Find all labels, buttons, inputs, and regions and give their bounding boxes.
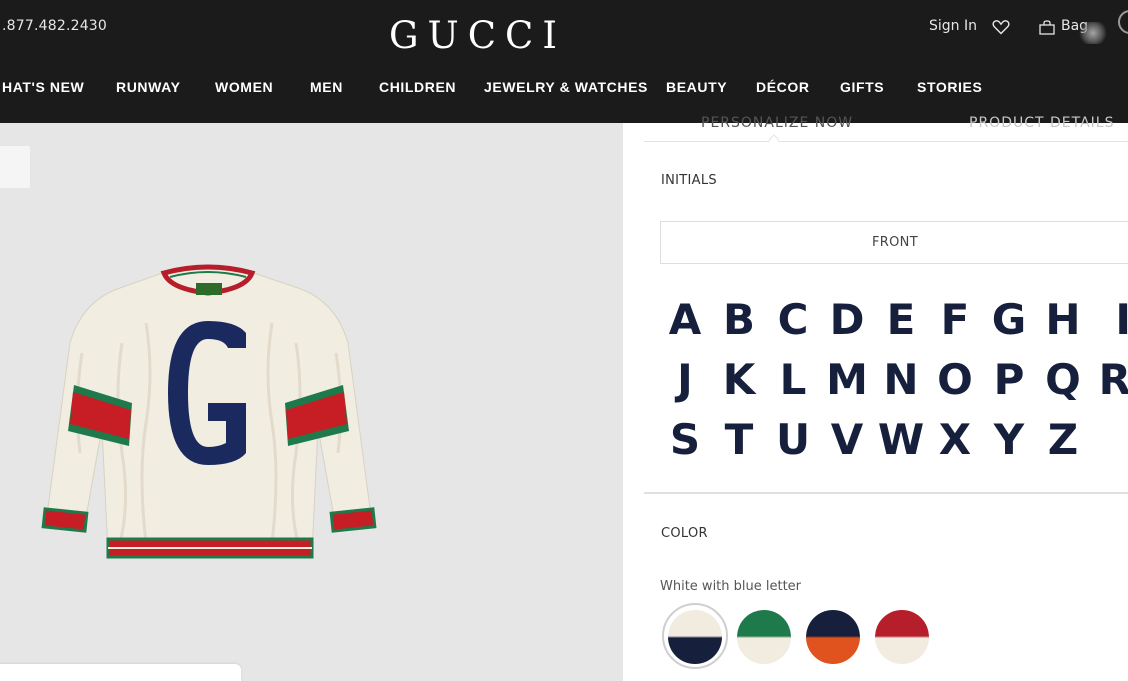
letter-u[interactable]: U	[768, 415, 818, 465]
letter-t[interactable]: T	[714, 415, 764, 465]
letter-k[interactable]: K	[714, 355, 764, 405]
letter-f[interactable]: F	[930, 295, 980, 345]
product-image-pane	[0, 123, 623, 681]
letter-a[interactable]: A	[660, 295, 710, 345]
sweater-image[interactable]	[36, 253, 381, 583]
bag-count-badge	[1078, 22, 1108, 44]
main-nav: HAT'S NEW RUNWAY WOMEN MEN CHILDREN JEWE…	[0, 79, 1128, 99]
site-header: .877.482.2430 GUCCI Sign In Bag HAT'S NE…	[0, 0, 1128, 123]
letter-z[interactable]: Z	[1038, 415, 1088, 465]
initials-label: INITIALS	[661, 173, 717, 188]
letter-c[interactable]: C	[768, 295, 818, 345]
gucci-logo[interactable]: GUCCI	[389, 14, 566, 57]
nav-women[interactable]: WOMEN	[215, 79, 273, 95]
nav-beauty[interactable]: BEAUTY	[666, 79, 727, 95]
tab-personalize-now[interactable]: PERSONALIZE NOW	[701, 115, 853, 131]
swatch-red-white[interactable]	[875, 610, 929, 664]
sign-in-link[interactable]: Sign In	[929, 18, 977, 34]
letter-h[interactable]: H	[1038, 295, 1088, 345]
nav-men[interactable]: MEN	[310, 79, 343, 95]
letter-b[interactable]: B	[714, 295, 764, 345]
letter-i[interactable]: I	[1085, 295, 1128, 345]
thumbnail-tab[interactable]	[0, 146, 30, 188]
placement-select-front[interactable]: FRONT	[660, 221, 1128, 264]
account-icon[interactable]	[1118, 10, 1128, 34]
nav-runway[interactable]: RUNWAY	[116, 79, 181, 95]
nav-decor[interactable]: DÉCOR	[756, 79, 810, 95]
letter-y[interactable]: Y	[984, 415, 1034, 465]
letter-v[interactable]: V	[822, 415, 872, 465]
letter-j[interactable]: J	[660, 355, 710, 405]
nav-stories[interactable]: STORIES	[917, 79, 982, 95]
section-divider	[644, 492, 1128, 494]
letter-o[interactable]: O	[930, 355, 980, 405]
letter-s[interactable]: S	[660, 415, 710, 465]
swatch-green-white[interactable]	[737, 610, 791, 664]
selected-color-name: White with blue letter	[660, 579, 802, 594]
letter-p[interactable]: P	[984, 355, 1034, 405]
letter-m[interactable]: M	[822, 355, 872, 405]
nav-gifts[interactable]: GIFTS	[840, 79, 884, 95]
bottom-drawer-tab[interactable]	[0, 664, 241, 681]
letter-d[interactable]: D	[822, 295, 872, 345]
swatch-white-blue[interactable]	[668, 610, 722, 664]
letter-q[interactable]: Q	[1038, 355, 1088, 405]
letter-r[interactable]: R	[1085, 355, 1128, 405]
color-label: COLOR	[661, 526, 708, 541]
letter-g[interactable]: G	[984, 295, 1034, 345]
letter-l[interactable]: L	[768, 355, 818, 405]
active-tab-indicator	[768, 134, 780, 146]
tab-divider	[644, 141, 1128, 142]
letter-n[interactable]: N	[876, 355, 926, 405]
bag-icon[interactable]	[1039, 20, 1055, 35]
letter-w[interactable]: W	[876, 415, 926, 465]
swatch-navy-orange[interactable]	[806, 610, 860, 664]
nav-children[interactable]: CHILDREN	[379, 79, 456, 95]
phone-number[interactable]: .877.482.2430	[2, 18, 107, 34]
nav-jewelry-watches[interactable]: JEWELRY & WATCHES	[484, 79, 648, 95]
tab-product-details[interactable]: PRODUCT DETAILS	[969, 115, 1114, 131]
letter-e[interactable]: E	[876, 295, 926, 345]
letter-x[interactable]: X	[930, 415, 980, 465]
personalization-panel: PERSONALIZE NOW PRODUCT DETAILS INITIALS…	[623, 115, 1128, 681]
nav-whats-new[interactable]: HAT'S NEW	[2, 79, 84, 95]
heart-icon[interactable]	[992, 19, 1010, 35]
